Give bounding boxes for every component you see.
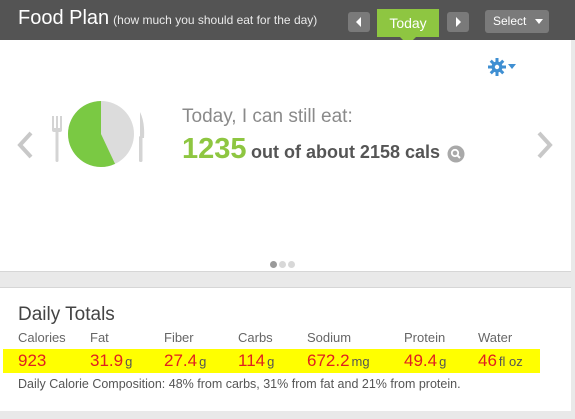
fiber-label: Fiber <box>164 330 194 345</box>
caret-down-icon <box>535 19 543 24</box>
calories-value: 923 <box>18 351 46 371</box>
chevron-left-icon[interactable] <box>16 130 34 160</box>
protein-unit: g <box>439 354 447 369</box>
magnifier-icon[interactable] <box>447 145 465 163</box>
gear-icon <box>488 58 506 76</box>
sodium-label: Sodium <box>307 330 352 345</box>
carousel-pagination <box>270 255 297 273</box>
calorie-summary: 1235 out of about 2158 cals <box>182 133 465 166</box>
protein-number: 49.4 <box>404 351 438 370</box>
water-value: 46 fl oz <box>478 351 523 371</box>
settings-dropdown[interactable] <box>488 58 518 76</box>
page-title-text: Food Plan <box>18 7 110 29</box>
water-number: 46 <box>478 351 497 370</box>
fat-number: 31.9 <box>90 351 124 370</box>
water-unit: fl oz <box>498 354 523 369</box>
carousel-dot[interactable] <box>279 261 286 268</box>
carousel-dot[interactable] <box>270 261 277 268</box>
calorie-composition-text: Daily Calorie Composition: 48% from carb… <box>18 377 461 391</box>
chevron-right-icon[interactable] <box>536 130 554 160</box>
carbs-value: 114 g <box>238 351 274 371</box>
fiber-number: 27.4 <box>164 351 198 370</box>
calories-number: 923 <box>18 351 47 370</box>
header-bar: Food Plan (how much you should eat for th… <box>0 0 575 40</box>
previous-day-button[interactable] <box>348 12 370 32</box>
fork-icon <box>52 116 62 162</box>
sodium-value: 672.2 mg <box>307 351 370 371</box>
protein-label: Protein <box>404 330 446 345</box>
fat-unit: g <box>125 354 133 369</box>
sodium-unit: mg <box>351 354 370 369</box>
page-subtitle: (how much you should eat for the day) <box>113 13 318 27</box>
today-button[interactable]: Today <box>377 9 439 37</box>
page-title: Food Plan (how much you should eat for th… <box>18 7 317 30</box>
sodium-number: 672.2 <box>307 351 350 370</box>
can-eat-heading: Today, I can still eat: <box>182 106 353 127</box>
fiber-unit: g <box>199 354 207 369</box>
knife-icon <box>139 112 145 162</box>
calories-label: Calories <box>18 330 66 345</box>
carbs-label: Carbs <box>238 330 273 345</box>
daily-totals-title: Daily Totals <box>18 304 115 325</box>
carousel-dot[interactable] <box>288 261 295 268</box>
next-day-button[interactable] <box>447 12 469 32</box>
caret-down-icon <box>508 64 516 69</box>
protein-value: 49.4 g <box>404 351 446 371</box>
select-dropdown[interactable]: Select <box>485 10 549 33</box>
daily-totals-panel: Daily Totals Calories Fat Fiber Carbs So… <box>0 287 571 411</box>
calorie-goal-text: out of about 2158 cals <box>250 142 441 162</box>
water-label: Water <box>478 330 513 345</box>
fiber-value: 27.4 g <box>164 351 206 371</box>
fat-value: 31.9 g <box>90 351 132 371</box>
select-label: Select <box>493 14 527 28</box>
carbs-unit: g <box>267 354 275 369</box>
plate-pie <box>68 101 134 167</box>
plate-graphic <box>52 101 145 167</box>
carbs-number: 114 <box>238 351 266 370</box>
remaining-calories-value: 1235 <box>182 133 247 165</box>
fat-label: Fat <box>90 330 109 345</box>
